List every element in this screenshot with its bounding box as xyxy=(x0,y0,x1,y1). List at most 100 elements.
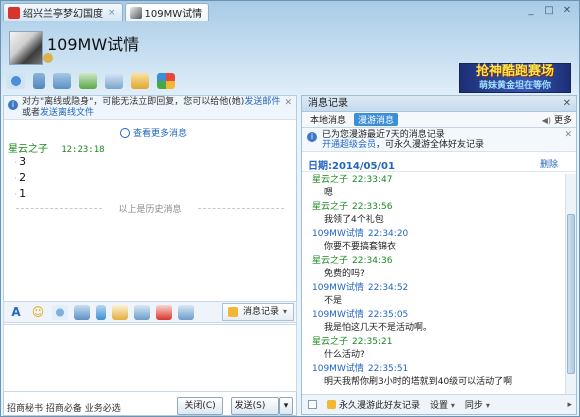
history-message-header: 109MW试情 22:34:20 xyxy=(312,228,566,241)
history-text: 嗯 xyxy=(324,188,334,198)
date-label: 日期:2014/05/01 xyxy=(308,161,395,172)
message-input[interactable] xyxy=(3,324,297,392)
tab-group-chat[interactable]: 绍兴兰亭梦幻国度 × xyxy=(3,3,123,21)
close-icon[interactable]: ✕ xyxy=(564,130,572,140)
history-sender: 星云之子 xyxy=(312,175,349,185)
history-message-header: 星云之子 22:35:21 xyxy=(312,336,566,349)
notice-middle: 或者 xyxy=(22,108,41,118)
history-text: 免费的吗? xyxy=(324,269,365,279)
game-ad-banner[interactable]: 抢神酷跑赛场 萌妹黄金坦在等你 xyxy=(459,63,571,93)
maximize-button[interactable]: □ xyxy=(541,4,557,18)
history-text: 明天我帮你刷3小时的塔就到40级可以活动了啊 xyxy=(324,377,513,387)
image-icon[interactable] xyxy=(74,304,90,320)
history-sender: 109MW试情 xyxy=(312,310,364,320)
delete-link[interactable]: 删除 xyxy=(540,157,558,170)
tab-close-icon[interactable]: × xyxy=(108,8,116,18)
more-button[interactable]: 更多 xyxy=(542,113,572,126)
music-icon[interactable] xyxy=(134,304,150,320)
history-message-list: 星云之子 22:33:47 嗯星云之子 22:33:56 我领了4个礼包 109MW试情 2… xyxy=(302,174,566,394)
screen-share-icon[interactable] xyxy=(105,73,123,89)
history-sender: 109MW试情 xyxy=(312,364,364,374)
close-window-button[interactable]: ✕ xyxy=(559,4,575,18)
message-history-button[interactable]: 消息记录 ▾ xyxy=(221,303,294,321)
header-toolbar xyxy=(7,73,175,89)
offline-notice: i 对方"离线或隐身"，可能无法立即回复，您可以给他(她)发送邮件 或者发送离线… xyxy=(4,96,296,120)
history-time: 22:35:21 xyxy=(352,337,393,347)
shake-icon[interactable] xyxy=(52,304,68,320)
status-icon xyxy=(43,53,53,63)
history-message: 星云之子 22:33:56 我领了4个礼包 xyxy=(312,201,566,228)
clock-icon xyxy=(120,128,130,138)
roaming-notice-text: 已为您漫游最近7天的消息记录 xyxy=(322,130,445,140)
gift-icon[interactable] xyxy=(156,304,172,320)
history-time: 22:35:05 xyxy=(367,310,409,320)
create-group-icon[interactable] xyxy=(131,73,149,89)
sync-menu[interactable]: 同步 ▾ xyxy=(465,398,490,411)
history-message-header: 109MW试情 22:34:52 xyxy=(312,282,566,295)
message-body: 3 2 1 xyxy=(14,154,26,202)
permanent-roam-checkbox[interactable] xyxy=(308,400,317,409)
send-file-icon[interactable] xyxy=(79,73,97,89)
history-button-label: 消息记录 xyxy=(242,307,279,317)
super-member-link[interactable]: 开通超级会员 xyxy=(322,140,376,150)
history-scrollbar[interactable] xyxy=(565,174,576,394)
message-header: 星云之子 12:23:18 xyxy=(8,140,105,155)
scrollbar-thumb[interactable] xyxy=(567,214,575,374)
history-message: 星云之子 22:35:21 什么活动? xyxy=(312,336,566,363)
tab-local-messages[interactable]: 本地消息 xyxy=(306,113,350,126)
tab-roaming-messages[interactable]: 漫游消息 xyxy=(354,113,399,126)
history-message: 星云之子 22:34:36 免费的吗? xyxy=(312,255,566,282)
screenshot-icon[interactable] xyxy=(112,304,128,320)
history-time: 22:35:51 xyxy=(367,364,409,374)
history-panel-header: 消息记录 ✕ xyxy=(302,96,576,112)
tab-contact[interactable]: 109MW试情 xyxy=(124,3,210,21)
contact-avatar[interactable] xyxy=(9,31,43,65)
roaming-notice: i 已为您漫游最近7天的消息记录 开通超级会员，可永久漫游全体好友记录 ✕ xyxy=(302,128,576,152)
tab-label: 绍兴兰亭梦幻国度 xyxy=(23,9,103,20)
minimize-button[interactable]: _ xyxy=(523,4,539,18)
history-panel-title: 消息记录 xyxy=(308,98,348,109)
more-tools-icon[interactable] xyxy=(178,304,194,320)
history-text: 你要不要搞套锦衣 xyxy=(324,242,397,252)
promo-text[interactable]: 招商秘书 招商必备 业务必选 xyxy=(7,401,121,414)
history-message: 109MW试情 22:35:51 明天我帮你刷3小时的塔就到40级可以活动了啊 xyxy=(312,363,566,390)
history-tabs: 本地消息 漫游消息 更多 xyxy=(302,112,576,128)
edit-toolbar: A ☺ 消息记录 ▾ xyxy=(3,301,297,323)
view-more-label: 查看更多消息 xyxy=(133,129,188,139)
emoji-icon[interactable]: ☺ xyxy=(30,305,46,320)
chevron-right-icon[interactable]: ▸ xyxy=(567,400,572,410)
message-line: 1 xyxy=(14,186,26,202)
chevron-down-icon: ▾ xyxy=(485,401,490,410)
voice-message-icon[interactable] xyxy=(96,304,106,320)
message-line: 2 xyxy=(14,170,26,186)
view-more-messages-link[interactable]: 查看更多消息 xyxy=(120,126,187,139)
history-message: 109MW试情 22:34:52 不是 xyxy=(312,282,566,309)
info-icon: i xyxy=(307,132,317,142)
close-icon[interactable]: ✕ xyxy=(563,96,571,111)
history-sender: 109MW试情 xyxy=(312,229,364,239)
apps-icon[interactable] xyxy=(157,73,175,89)
history-message-header: 星云之子 22:33:56 xyxy=(312,201,566,214)
video-call-icon[interactable] xyxy=(7,73,25,89)
permanent-roam-label[interactable]: 永久漫游此好友记录 xyxy=(327,398,420,411)
close-button[interactable]: 关闭(C) xyxy=(177,397,223,415)
remote-desktop-icon[interactable] xyxy=(53,73,71,89)
settings-menu[interactable]: 设置 ▾ xyxy=(430,398,455,411)
send-email-link[interactable]: 发送邮件 xyxy=(244,97,280,107)
send-button[interactable]: 发送(S) xyxy=(231,397,279,415)
history-message-header: 109MW试情 22:35:51 xyxy=(312,363,566,376)
tab-strip: 绍兴兰亭梦幻国度 × 109MW试情 xyxy=(3,3,210,23)
send-options-chevron-icon[interactable]: ▾ xyxy=(279,397,293,415)
chevron-down-icon[interactable]: ▾ xyxy=(283,307,287,316)
close-icon[interactable]: ✕ xyxy=(284,98,292,109)
voice-call-icon[interactable] xyxy=(33,73,45,89)
font-icon[interactable]: A xyxy=(8,305,24,320)
history-message: 星云之子 22:33:47 嗯 xyxy=(312,174,566,201)
notice-text: 对方"离线或隐身"，可能无法立即回复，您可以给他(她) xyxy=(22,97,245,107)
tab-label: 109MW试情 xyxy=(144,9,203,20)
message-line: 3 xyxy=(14,154,26,170)
send-offline-file-link[interactable]: 发送离线文件 xyxy=(40,108,94,118)
history-text: 我领了4个礼包 xyxy=(324,215,384,225)
history-time: 22:34:20 xyxy=(367,229,409,239)
history-time: 22:33:56 xyxy=(352,202,393,212)
